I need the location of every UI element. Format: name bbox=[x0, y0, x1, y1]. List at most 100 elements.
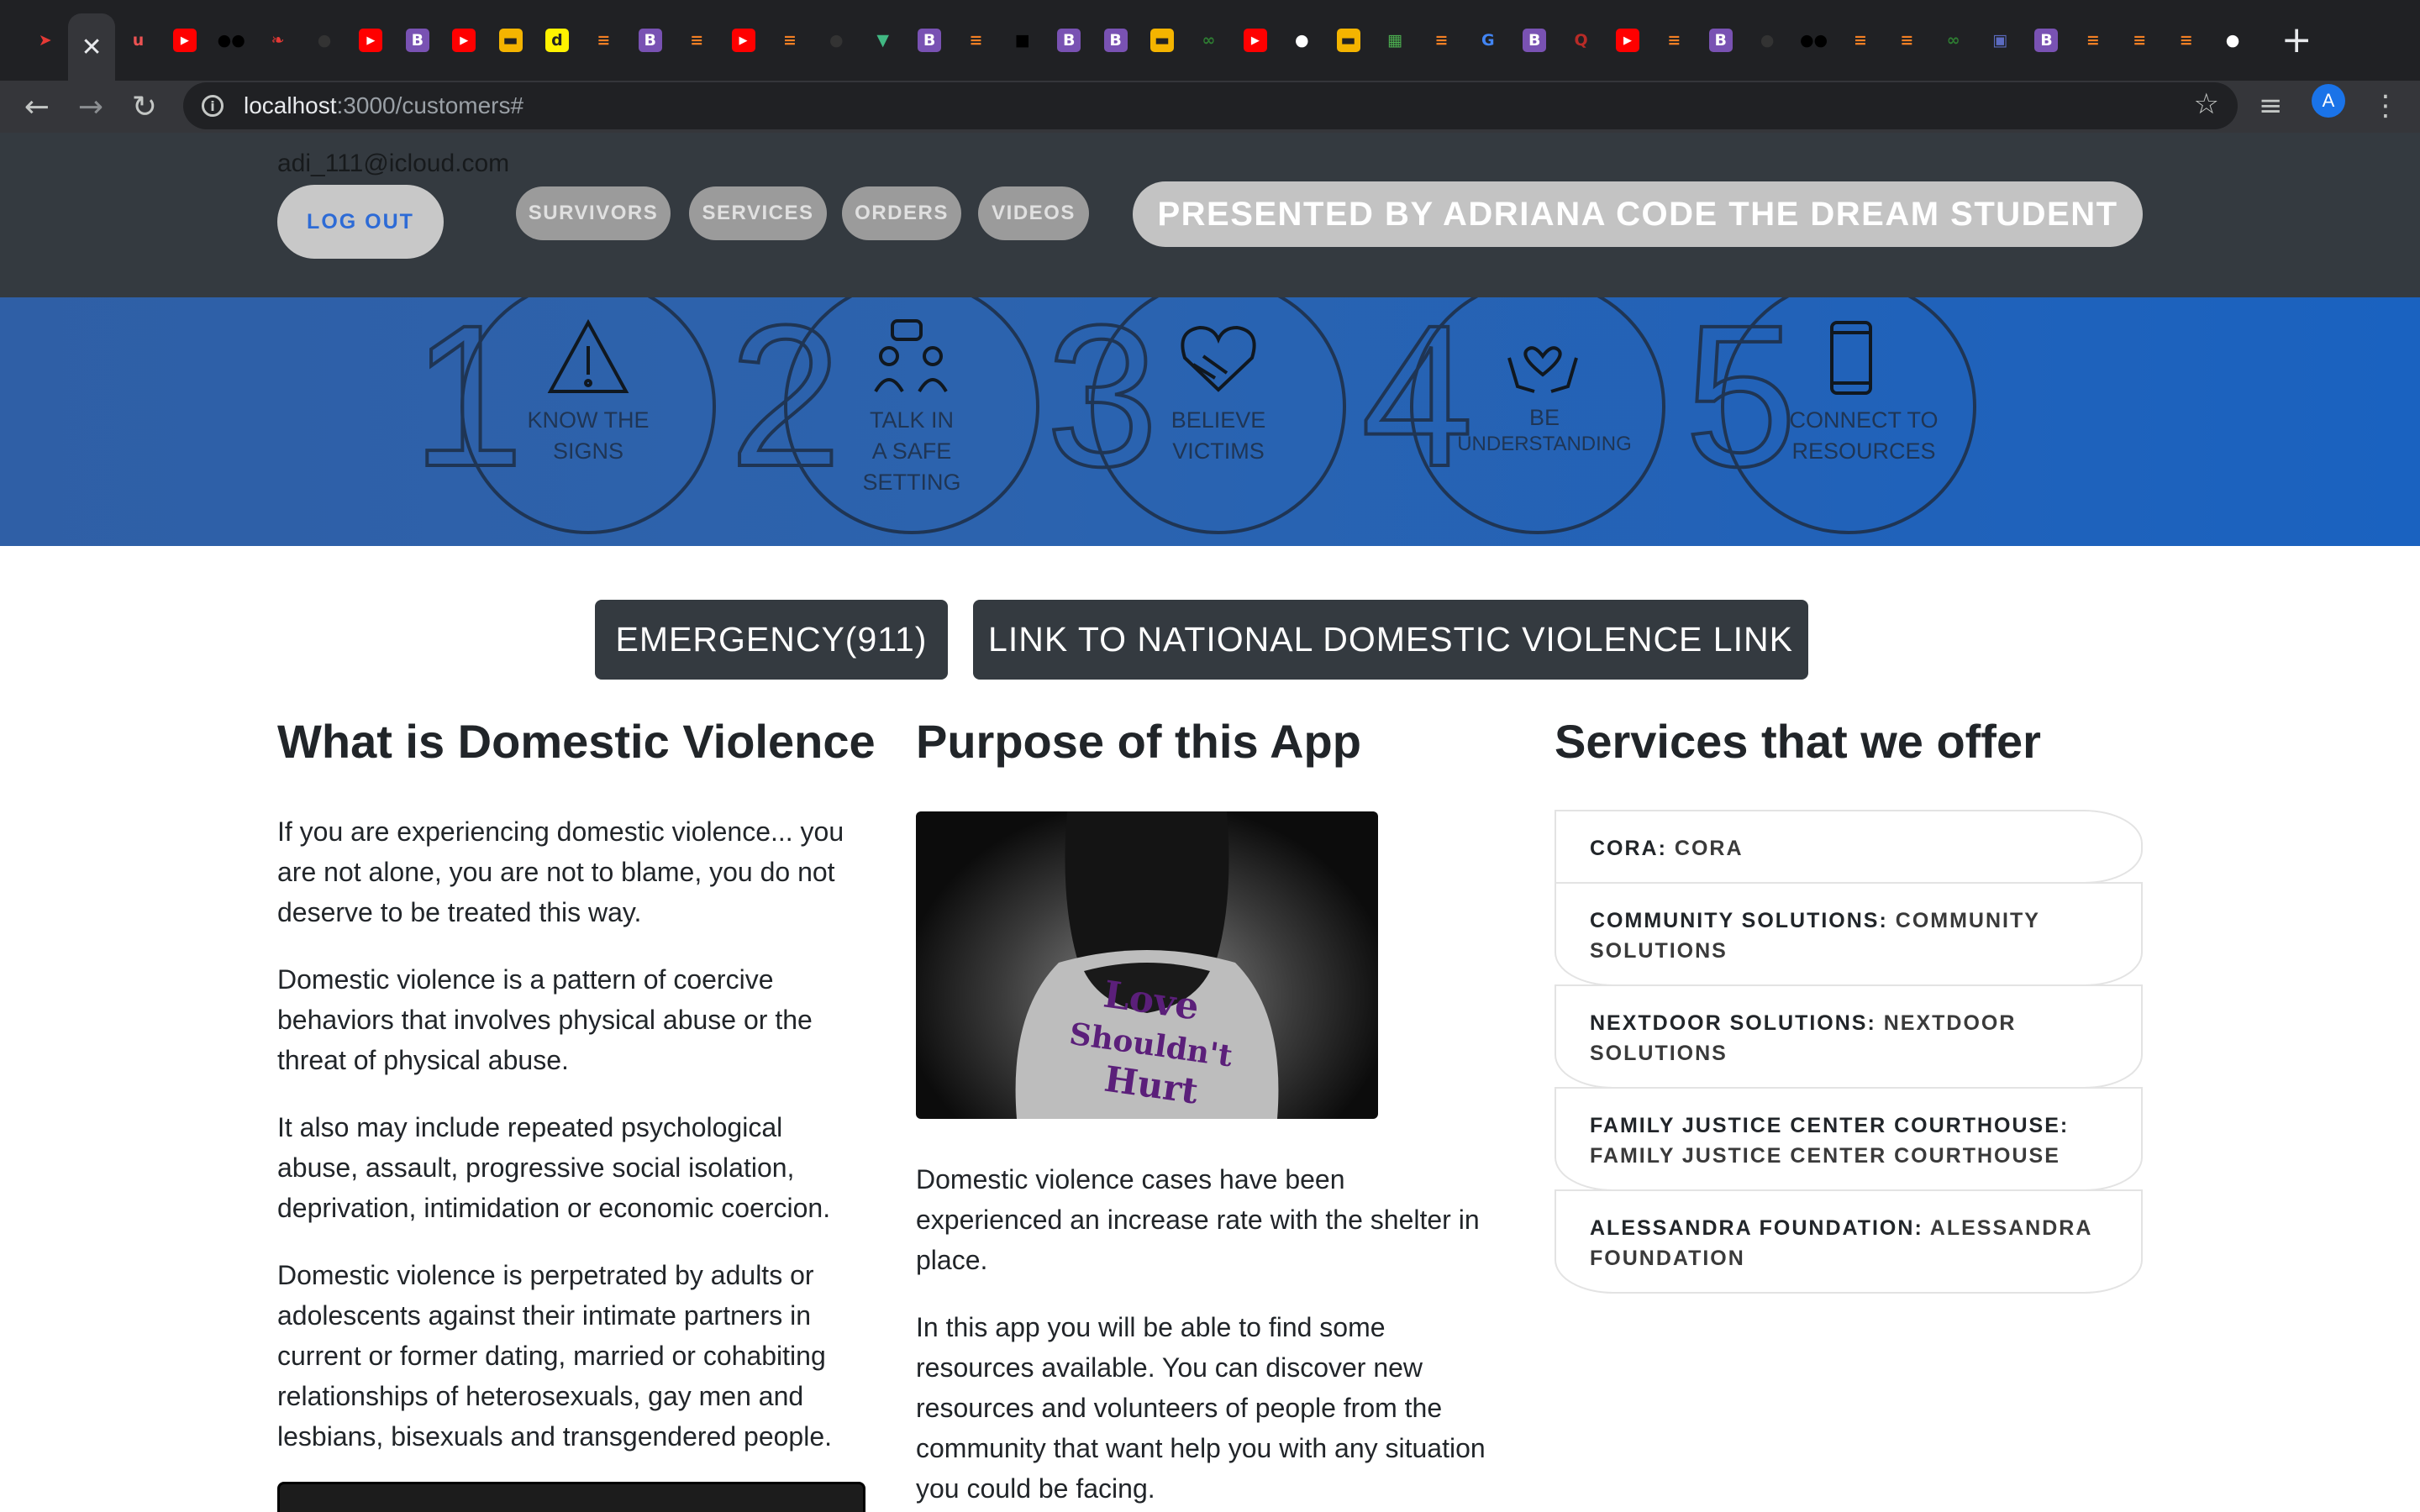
what-is-p3-line-1: It also may include repeated psychologic… bbox=[277, 1112, 783, 1142]
address-bar[interactable]: i localhost:3000/customers# ☆ bbox=[183, 82, 2238, 129]
browser-tab[interactable]: ▶ bbox=[1604, 17, 1650, 64]
browser-tab[interactable]: ▶ bbox=[1232, 17, 1278, 64]
browser-tab[interactable]: B bbox=[627, 17, 673, 64]
slides-icon: ▬ bbox=[498, 29, 523, 52]
bookmark-star-icon[interactable]: ☆ bbox=[2194, 87, 2219, 121]
browser-tab[interactable]: ▬ bbox=[487, 17, 534, 64]
browser-tab[interactable]: ● bbox=[813, 17, 860, 64]
browser-tab[interactable]: ≡ bbox=[2163, 17, 2209, 64]
what-is-p4-line-5: lesbians, bisexuals and transgendered pe… bbox=[277, 1421, 833, 1452]
browser-tab[interactable]: ●● bbox=[208, 17, 255, 64]
stackoverflow-icon: ≡ bbox=[1434, 31, 1449, 50]
browser-tab[interactable]: ● bbox=[301, 17, 347, 64]
browser-tab[interactable]: B bbox=[1512, 17, 1558, 64]
browser-tab[interactable]: ● bbox=[1279, 17, 1325, 64]
browser-tab[interactable]: ▶ bbox=[161, 17, 208, 64]
stackoverflow-icon: ≡ bbox=[969, 31, 983, 50]
what-is-paragraph-4: Domestic violence is perpetrated by adul… bbox=[277, 1255, 832, 1457]
site-info-icon[interactable]: i bbox=[202, 95, 224, 117]
browser-tab[interactable]: ≡ bbox=[2117, 17, 2163, 64]
browser-tab[interactable]: ●● bbox=[1791, 17, 1837, 64]
youtube-icon: ▶ bbox=[452, 29, 476, 52]
browser-tab[interactable]: B bbox=[906, 17, 952, 64]
browser-tab[interactable]: ➤ bbox=[22, 17, 68, 64]
nav-orders[interactable]: ORDERS bbox=[842, 186, 961, 240]
browser-tab[interactable]: ▬ bbox=[1325, 17, 1371, 64]
step-4-label-line-2: UNDERSTANDING bbox=[1457, 433, 1632, 455]
service-item[interactable]: CORA: CORA bbox=[1555, 810, 2143, 884]
national-domestic-violence-link-button[interactable]: LINK TO NATIONAL DOMESTIC VIOLENCE LINK bbox=[973, 600, 1808, 680]
browser-tab[interactable]: ≡ bbox=[1837, 17, 1883, 64]
image-icon: ▣ bbox=[1992, 31, 2008, 50]
browser-tab[interactable]: d bbox=[534, 17, 580, 64]
browser-tab[interactable]: u bbox=[115, 17, 161, 64]
browser-tab[interactable]: B bbox=[394, 17, 440, 64]
browser-tab[interactable]: ▬ bbox=[1139, 17, 1185, 64]
emergency-button[interactable]: EMERGENCY(911) bbox=[595, 600, 948, 680]
profile-avatar[interactable]: A bbox=[2312, 84, 2345, 118]
step-3-label-line-2: VICTIMS bbox=[1172, 438, 1265, 464]
browser-tab[interactable]: ▼ bbox=[860, 17, 906, 64]
people-talking-icon bbox=[874, 319, 948, 393]
browser-tab[interactable]: ▣ bbox=[1976, 17, 2023, 64]
browser-tab[interactable]: ≡ bbox=[1884, 17, 1930, 64]
browser-tab[interactable]: ∞ bbox=[1186, 17, 1232, 64]
browser-tab[interactable]: Q bbox=[1558, 17, 1604, 64]
nav-survivors[interactable]: SURVIVORS bbox=[516, 186, 671, 240]
step-3-label-line-1: BELIEVE bbox=[1171, 407, 1266, 433]
nav-services[interactable]: SERVICES bbox=[689, 186, 827, 240]
stackoverflow-icon: ≡ bbox=[2133, 31, 2147, 50]
browser-tab[interactable]: ■ bbox=[999, 17, 1045, 64]
logout-button[interactable]: LOG OUT bbox=[277, 185, 444, 259]
browser-tab[interactable]: ✕ bbox=[68, 13, 115, 81]
reading-list-icon[interactable]: ≡ bbox=[2259, 89, 2283, 123]
browser-tab[interactable]: ▶ bbox=[441, 17, 487, 64]
browser-tab[interactable]: ≡ bbox=[2070, 17, 2116, 64]
bootstrap-icon: B bbox=[2034, 29, 2059, 52]
step-1-label-line-2: SIGNS bbox=[553, 438, 623, 464]
browser-tab[interactable]: B bbox=[1092, 17, 1139, 64]
service-desc-line-2: SOLUTIONS bbox=[1590, 939, 1728, 963]
what-is-p4-line-3: current or former dating, married or coh… bbox=[277, 1341, 826, 1371]
browser-tab[interactable]: ❧ bbox=[255, 17, 301, 64]
services-list: CORA: CORA COMMUNITY SOLUTIONS: COMMUNIT… bbox=[1555, 810, 2143, 1294]
browser-tab-strip: ➤ ✕ u ▶ ●● ❧ ● ▶ B ▶ ▬ d ≡ B ≡ ▶ ≡ ● ▼ B ≡ ■ B B ▬ ∞ ▶ ● ▬ ▦ ≡ G B Q ▶ ≡ B ● ●… bbox=[0, 0, 2420, 81]
service-item[interactable]: FAMILY JUSTICE CENTER COURTHOUSE: FAMILY … bbox=[1555, 1087, 2143, 1191]
back-arrow-icon[interactable]: ← bbox=[12, 81, 62, 132]
browser-tab[interactable]: ≡ bbox=[766, 17, 813, 64]
browser-tab[interactable]: ≡ bbox=[673, 17, 719, 64]
service-name: CORA bbox=[1590, 837, 1659, 860]
browser-tab[interactable]: ≡ bbox=[581, 17, 627, 64]
what-is-paragraph-3: It also may include repeated psychologic… bbox=[277, 1107, 830, 1228]
more-menu-icon[interactable]: ⋮ bbox=[2371, 89, 2400, 123]
browser-tab[interactable]: ≡ bbox=[953, 17, 999, 64]
browser-tab[interactable]: ∞ bbox=[1930, 17, 1976, 64]
browser-tab[interactable]: G bbox=[1465, 17, 1511, 64]
browser-tab[interactable]: ● bbox=[2209, 17, 2255, 64]
video-player[interactable] bbox=[277, 1482, 865, 1512]
reload-icon[interactable]: ↻ bbox=[119, 81, 170, 132]
what-is-paragraph-2: Domestic violence is a pattern of coerci… bbox=[277, 959, 813, 1080]
browser-tab[interactable]: ● bbox=[1744, 17, 1790, 64]
browser-tab[interactable]: B bbox=[2023, 17, 2070, 64]
service-item[interactable]: ALESSANDRA FOUNDATION: ALESSANDRA FOUNDAT… bbox=[1555, 1189, 2143, 1294]
service-item[interactable]: COMMUNITY SOLUTIONS: COMMUNITY SOLUTIONS bbox=[1555, 882, 2143, 986]
browser-tab[interactable]: B bbox=[1046, 17, 1092, 64]
service-item[interactable]: NEXTDOOR SOLUTIONS: NEXTDOOR SOLUTIONS bbox=[1555, 984, 2143, 1089]
stackoverflow-icon: ≡ bbox=[2086, 31, 2100, 50]
quora-icon: Q bbox=[1574, 31, 1588, 50]
step-4-label-line-1: BE bbox=[1529, 405, 1560, 430]
steps-graphic: 1 2 3 4 5 KNOW THE SIGNS TALK IN A SAFE … bbox=[410, 297, 1976, 534]
nav-videos[interactable]: VIDEOS bbox=[978, 186, 1089, 240]
browser-tab[interactable]: ▶ bbox=[348, 17, 394, 64]
browser-tab[interactable]: ≡ bbox=[1651, 17, 1697, 64]
step-3-number: 3 bbox=[1046, 297, 1158, 508]
what-is-p4-line-1: Domestic violence is perpetrated by adul… bbox=[277, 1260, 814, 1290]
browser-tab[interactable]: ▶ bbox=[720, 17, 766, 64]
new-tab-button[interactable]: + bbox=[2281, 22, 2312, 59]
browser-tab[interactable]: ▦ bbox=[1371, 17, 1418, 64]
forward-arrow-icon[interactable]: → bbox=[66, 81, 116, 132]
close-icon[interactable]: ✕ bbox=[82, 33, 103, 62]
browser-tab[interactable]: B bbox=[1697, 17, 1744, 64]
browser-tab[interactable]: ≡ bbox=[1418, 17, 1465, 64]
